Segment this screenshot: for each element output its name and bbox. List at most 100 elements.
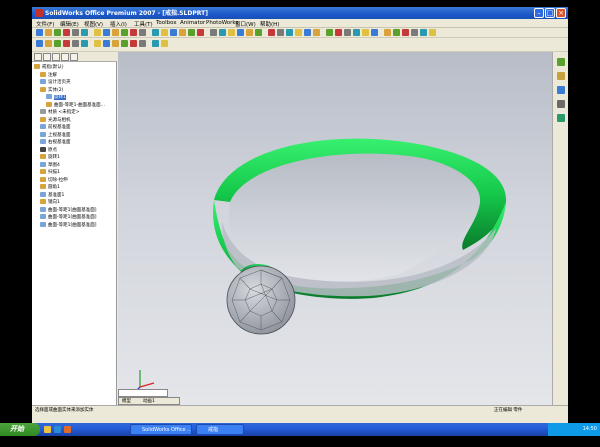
mirror-icon[interactable] xyxy=(103,40,110,47)
display-style-icon[interactable] xyxy=(429,29,436,36)
menu-animator[interactable]: Animator xyxy=(180,20,205,26)
design-library-icon[interactable] xyxy=(557,72,565,80)
options-icon[interactable] xyxy=(384,29,391,36)
new-icon[interactable] xyxy=(36,29,43,36)
open-icon[interactable] xyxy=(179,29,186,36)
tree-item[interactable]: 戒指(默认) xyxy=(34,64,64,71)
taskbar-item-solidworks[interactable]: SolidWorks Office ... xyxy=(130,424,192,435)
taskbar-item-folder[interactable]: 戒指 xyxy=(196,424,244,435)
fillet-icon[interactable] xyxy=(72,40,79,47)
redo-icon[interactable] xyxy=(353,29,360,36)
tree-item[interactable]: 切除-拉伸 xyxy=(34,176,68,184)
start-button[interactable]: 开始 xyxy=(0,423,40,436)
tree-item[interactable]: 圆角1 xyxy=(34,184,60,191)
shell-icon[interactable] xyxy=(94,40,101,47)
file-explorer-icon[interactable] xyxy=(557,86,565,94)
zoom-icon[interactable] xyxy=(255,29,262,36)
tree-item[interactable]: 右视基准面 xyxy=(34,139,71,146)
menu-file[interactable]: 文件(F) xyxy=(36,20,54,28)
save-icon[interactable] xyxy=(188,29,195,36)
menu-edit[interactable]: 编辑(E) xyxy=(60,20,79,28)
zoom-icon[interactable] xyxy=(393,29,400,36)
redo-icon[interactable] xyxy=(219,29,226,36)
tree-item[interactable]: 注解 xyxy=(34,71,57,79)
tree-item[interactable]: 曲面-等距1[曲面基准面] xyxy=(34,221,97,229)
close-icon[interactable]: × xyxy=(556,8,566,18)
view-orientation-icon[interactable] xyxy=(420,29,427,36)
model-tab[interactable]: 模型 xyxy=(122,398,131,404)
graphics-viewport[interactable]: 模型 动画1 xyxy=(118,52,552,405)
menu-photoworks[interactable]: PhotoWorks xyxy=(206,20,238,26)
open-icon[interactable] xyxy=(313,29,320,36)
tree-item[interactable]: 实体(2) xyxy=(34,86,63,94)
loft-icon[interactable] xyxy=(63,40,70,47)
new-icon[interactable] xyxy=(304,29,311,36)
configuration-select[interactable] xyxy=(118,389,168,397)
sweep-icon[interactable] xyxy=(54,40,61,47)
view-palette-icon[interactable] xyxy=(557,114,565,122)
display-style-icon[interactable] xyxy=(161,29,168,36)
extrude-icon[interactable] xyxy=(112,40,119,47)
menu-window[interactable]: 窗口(W) xyxy=(235,20,256,28)
save-icon[interactable] xyxy=(54,29,61,36)
tree-item[interactable]: 光源与相机 xyxy=(34,116,71,124)
redo-icon[interactable] xyxy=(81,29,88,36)
revolve-icon[interactable] xyxy=(121,40,128,47)
display-style-icon[interactable] xyxy=(295,29,302,36)
menu-help[interactable]: 帮助(H) xyxy=(260,20,279,28)
print-icon[interactable] xyxy=(335,29,342,36)
view-orientation-icon[interactable] xyxy=(152,29,159,36)
search-icon[interactable] xyxy=(557,100,565,108)
new-icon[interactable] xyxy=(170,29,177,36)
tree-item[interactable]: 曲面-等距1[曲面基准面] xyxy=(34,214,97,221)
chamfer-icon[interactable] xyxy=(81,40,88,47)
pan-icon[interactable] xyxy=(139,29,146,36)
menu-view[interactable]: 视图(V) xyxy=(84,20,103,28)
rebuild-icon[interactable] xyxy=(371,29,378,36)
sweep-icon[interactable] xyxy=(130,40,137,47)
select-icon[interactable] xyxy=(94,29,101,36)
tree-item[interactable]: 曲面-等距1[曲面基准面] xyxy=(34,206,97,214)
undo-icon[interactable] xyxy=(210,29,217,36)
open-icon[interactable] xyxy=(45,29,52,36)
rotate-icon[interactable] xyxy=(402,29,409,36)
tree-item[interactable]: 原点 xyxy=(34,146,57,154)
loft-icon[interactable] xyxy=(139,40,146,47)
animator-tab-icon[interactable] xyxy=(70,53,78,61)
view-orientation-icon[interactable] xyxy=(286,29,293,36)
undo-icon[interactable] xyxy=(344,29,351,36)
resources-icon[interactable] xyxy=(557,58,565,66)
tree-item[interactable]: 基准面1 xyxy=(34,191,64,199)
feature-tree-tab-icon[interactable] xyxy=(34,53,42,61)
rebuild-icon[interactable] xyxy=(237,29,244,36)
tree-item[interactable]: 材质 <未指定> xyxy=(34,109,79,116)
tree-item[interactable]: 草图4 xyxy=(34,161,60,169)
save-icon[interactable] xyxy=(326,29,333,36)
tree-item[interactable]: 设计活页夹 xyxy=(34,79,71,86)
pan-icon[interactable] xyxy=(411,29,418,36)
tree-item[interactable]: 扫描1 xyxy=(34,169,60,176)
tree-item[interactable]: 前视基准面 xyxy=(34,124,71,131)
tree-item[interactable]: 旋转1 xyxy=(34,94,66,101)
tree-item[interactable]: 上视基准面 xyxy=(34,131,71,139)
options-icon[interactable] xyxy=(246,29,253,36)
pan-icon[interactable] xyxy=(277,29,284,36)
photoworks-tab-icon[interactable] xyxy=(61,53,69,61)
minimize-icon[interactable]: – xyxy=(534,8,544,18)
tree-item[interactable]: 镜向1 xyxy=(34,199,60,206)
print-icon[interactable] xyxy=(63,29,70,36)
maximize-icon[interactable]: □ xyxy=(545,8,555,18)
property-tab-icon[interactable] xyxy=(43,53,51,61)
menu-insert[interactable]: 插入(I) xyxy=(110,20,127,28)
quick-launch-ie-icon[interactable] xyxy=(54,426,61,433)
configuration-tab-icon[interactable] xyxy=(52,53,60,61)
print-icon[interactable] xyxy=(197,29,204,36)
rotate-icon[interactable] xyxy=(268,29,275,36)
fillet-icon[interactable] xyxy=(152,40,159,47)
rotate-icon[interactable] xyxy=(130,29,137,36)
menu-toolbox[interactable]: Toolbox xyxy=(156,20,177,26)
select-icon[interactable] xyxy=(228,29,235,36)
select-icon[interactable] xyxy=(362,29,369,36)
quick-launch-media-icon[interactable] xyxy=(64,426,71,433)
undo-icon[interactable] xyxy=(72,29,79,36)
